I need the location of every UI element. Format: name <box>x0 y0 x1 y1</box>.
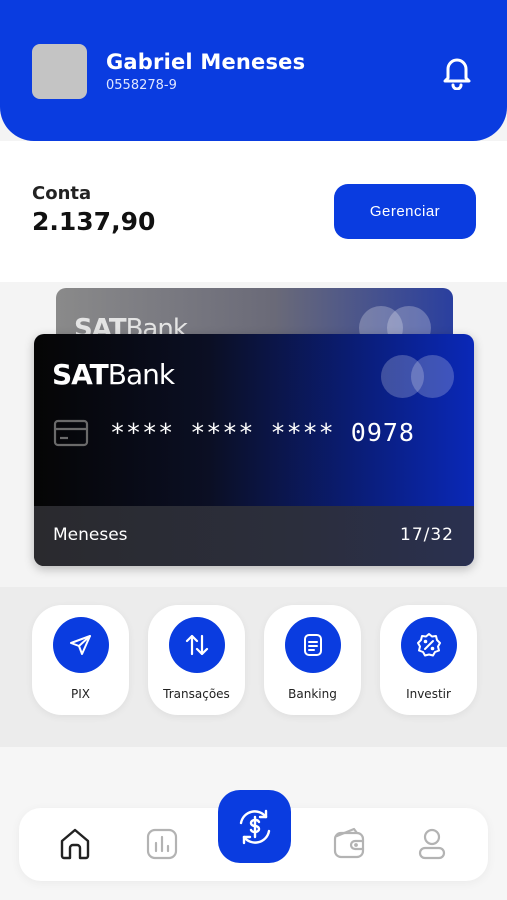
action-icon-circle <box>53 617 109 673</box>
action-icon-circle <box>401 617 457 673</box>
action-transacoes[interactable]: Transações <box>148 605 245 715</box>
document-icon <box>304 634 322 656</box>
brand-bold: SAT <box>52 358 109 391</box>
action-label: PIX <box>71 687 90 701</box>
balance-label: Conta <box>32 183 92 204</box>
action-label: Investir <box>406 687 451 701</box>
card-icon <box>53 419 89 447</box>
action-label: Transações <box>163 687 230 701</box>
card-brand: SATBank <box>52 358 175 391</box>
action-icon-circle <box>169 617 225 673</box>
chart-icon[interactable] <box>145 824 179 862</box>
action-pix[interactable]: PIX <box>32 605 129 715</box>
wallet-icon[interactable] <box>332 824 366 862</box>
action-investir[interactable]: Investir <box>380 605 477 715</box>
action-icon-circle <box>285 617 341 673</box>
brand-light: Bank <box>107 358 175 391</box>
cards-section: SATBank SATBank **** **** **** 0978 Mene… <box>0 282 507 587</box>
balance-value: 2.137,90 <box>32 207 156 236</box>
card-number: **** **** **** 0978 <box>110 418 415 447</box>
balance-section: Conta 2.137,90 Gerenciar <box>0 141 507 282</box>
exchange-button[interactable] <box>218 790 291 863</box>
percent-badge-icon <box>417 633 441 657</box>
credit-card[interactable]: SATBank **** **** **** 0978 Meneses 17/3… <box>34 334 474 566</box>
bell-icon[interactable] <box>440 54 474 90</box>
manage-button[interactable]: Gerenciar <box>334 184 476 239</box>
action-banking[interactable]: Banking <box>264 605 361 715</box>
send-icon <box>70 635 91 655</box>
user-name: Gabriel Meneses <box>106 50 306 74</box>
avatar[interactable] <box>32 44 87 99</box>
action-label: Banking <box>288 687 337 701</box>
quick-actions: PIX Transações Banking Investir <box>0 587 507 747</box>
home-icon[interactable] <box>58 824 92 862</box>
header: Gabriel Meneses 0558278-9 <box>0 0 507 141</box>
account-number: 0558278-9 <box>106 78 177 93</box>
exchange-dollar-icon <box>239 809 270 844</box>
card-footer: Meneses 17/32 <box>34 506 474 566</box>
card-network-logo <box>411 355 454 398</box>
card-expiry: 17/32 <box>400 525 454 545</box>
profile-icon[interactable] <box>415 824 449 862</box>
transfer-arrows-icon <box>185 634 209 656</box>
card-holder: Meneses <box>53 525 128 545</box>
